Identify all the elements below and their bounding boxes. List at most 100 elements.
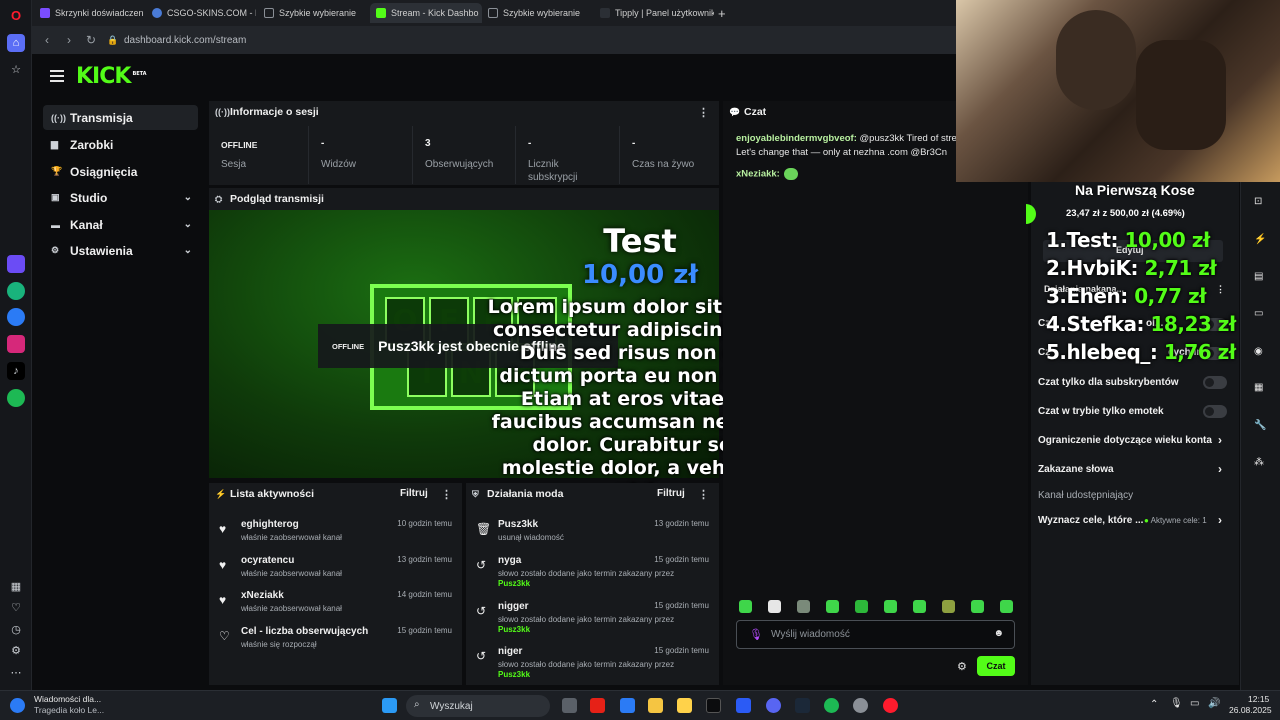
mod-action-by[interactable]: Pusz3kk (498, 625, 530, 634)
broadcast-icon[interactable]: ◉ (1254, 346, 1263, 357)
chat-settings-icon[interactable]: ⚙ (957, 660, 967, 673)
obs-icon[interactable] (853, 698, 868, 713)
browser-tab[interactable]: Tipply | Panel użytkownika (594, 3, 714, 23)
sidebar-item-ustawienia[interactable]: ⚙ Ustawienia ⌄ (43, 238, 198, 263)
mod-action-by[interactable]: Pusz3kk (498, 579, 530, 588)
sub-only-chat-row[interactable]: Czat tylko dla subskrybentów (1038, 377, 1228, 388)
focus-icon[interactable]: ⊡ (1254, 196, 1262, 207)
sidebar-item-transmisja[interactable]: ((·)) Transmisja (43, 105, 198, 130)
network-icon[interactable]: ▭ (1190, 698, 1199, 709)
task-view-icon[interactable] (562, 698, 577, 713)
browser-tab[interactable]: Szybkie wybieranie (258, 3, 368, 23)
chat-icon[interactable]: ▭ (1254, 308, 1263, 319)
opera-logo-icon[interactable]: O (7, 6, 25, 24)
browser-tab-active[interactable]: Stream - Kick Dashbo× (370, 3, 482, 23)
activity-name[interactable]: ocyratencu (241, 555, 294, 566)
kebab-menu-icon[interactable]: ⋮ (1216, 284, 1225, 295)
microphone-tray-icon[interactable]: 🎙 (1170, 698, 1183, 709)
back-icon[interactable]: ‹ (36, 33, 58, 47)
sidebar-item-studio[interactable]: ▣ Studio ⌄ (43, 185, 198, 210)
activity-name[interactable]: eghighterog (241, 519, 299, 530)
chatgpt-icon[interactable] (7, 282, 25, 300)
opera-app-icon[interactable] (883, 698, 898, 713)
extensions-icon[interactable]: ▦ (7, 577, 25, 595)
kebab-menu-icon[interactable]: ⋮ (698, 106, 709, 119)
news-widget-icon[interactable] (10, 698, 25, 713)
steam-icon[interactable] (795, 698, 810, 713)
integrations-icon[interactable]: ⁂ (1254, 457, 1264, 468)
more-icon[interactable]: ⋯ (7, 663, 25, 681)
emoji-icon[interactable]: ☻ (993, 628, 1004, 639)
kebab-menu-icon[interactable]: ⋮ (441, 488, 452, 501)
news-widget-title[interactable]: Wiadomości dla... (34, 694, 101, 704)
home-icon[interactable]: ⌂ (7, 34, 25, 52)
emote-only-chat-row[interactable]: Czat w trybie tylko emotek (1038, 406, 1228, 417)
emote-icon[interactable] (913, 600, 926, 613)
pen-app-icon[interactable] (677, 698, 692, 713)
sidebar-item-kanal[interactable]: ▬ Kanał ⌄ (43, 212, 198, 237)
tiktok-icon[interactable]: ♪ (7, 362, 25, 380)
forward-icon[interactable]: › (58, 33, 80, 47)
emote-icon[interactable] (768, 600, 781, 613)
undo-icon[interactable]: ↺ (476, 558, 486, 572)
bookmark-star-icon[interactable]: ☆ (7, 60, 25, 78)
tray-chevron-icon[interactable]: ⌃ (1150, 699, 1158, 710)
url-field[interactable]: dashboard.kick.com/stream (124, 35, 246, 46)
browser-tab[interactable]: Szybkie wybieranie (482, 3, 592, 23)
emote-icon[interactable] (797, 600, 810, 613)
wrench-icon[interactable]: 🔧 (1254, 420, 1266, 431)
clock-time[interactable]: 12:15 (1248, 694, 1269, 704)
heart-icon[interactable]: ♡ (7, 598, 25, 616)
emote-icon[interactable] (1000, 600, 1013, 613)
chat-input[interactable]: 🎙 Wyślij wiadomość ☻ (736, 620, 1015, 649)
emote-icon[interactable] (855, 600, 868, 613)
new-tab-button[interactable]: + (712, 3, 732, 23)
youtube-icon[interactable] (590, 698, 605, 713)
kick-logo[interactable]: KICK BETA (76, 64, 147, 89)
sidebar-item-osiagniecia[interactable]: 🏆 Osiągnięcia (43, 159, 198, 184)
goals-row[interactable]: Wyznacz cele, które ... ● Aktywne cele: 1… (1038, 513, 1228, 527)
reload-icon[interactable]: ↻ (80, 33, 102, 47)
chat-username[interactable]: enjoyablebindermvgbveof: (736, 133, 857, 144)
instagram-icon[interactable] (7, 335, 25, 353)
emote-icon[interactable] (739, 600, 752, 613)
emote-only-toggle[interactable] (1203, 405, 1227, 418)
emote-icon[interactable] (971, 600, 984, 613)
sub-only-toggle[interactable] (1203, 376, 1227, 389)
chat-username[interactable]: xNeziakk: (736, 169, 780, 180)
emote-icon[interactable] (884, 600, 897, 613)
aria-icon[interactable] (7, 255, 25, 273)
app-icon[interactable] (736, 698, 751, 713)
bolt-icon[interactable]: ⚡ (1254, 234, 1266, 245)
undo-icon[interactable]: ↺ (476, 649, 486, 663)
taskbar-search[interactable]: ⌕ Wyszukaj (406, 695, 550, 717)
sidebar-item-zarobki[interactable]: ▆ Zarobki (43, 132, 198, 157)
history-icon[interactable]: ◷ (7, 620, 25, 638)
activity-name[interactable]: Cel - liczba obserwujących (241, 626, 368, 637)
browser-tab[interactable]: Skrzynki doświadczenia | C (34, 3, 144, 23)
microphone-icon[interactable]: 🎙 (749, 628, 763, 641)
hamburger-menu-icon[interactable] (50, 70, 64, 82)
layout-icon[interactable]: ▦ (1254, 382, 1263, 393)
discord-icon[interactable] (766, 698, 781, 713)
clock-date[interactable]: 26.08.2025 (1229, 705, 1272, 715)
terminal-icon[interactable] (706, 698, 721, 713)
age-limit-row[interactable]: Ograniczenie dotyczące wieku konta › (1038, 433, 1228, 447)
undo-icon[interactable]: ↺ (476, 604, 486, 618)
notes-icon[interactable]: ▤ (1254, 271, 1263, 282)
mod-action-name[interactable]: Pusz3kk (498, 519, 538, 530)
emote-icon[interactable] (826, 600, 839, 613)
emote-icon[interactable] (942, 600, 955, 613)
filter-button[interactable]: Filtruj (657, 488, 685, 499)
volume-icon[interactable]: 🔊 (1208, 698, 1220, 709)
kebab-menu-icon[interactable]: ⋮ (698, 488, 709, 501)
windows-start-icon[interactable] (382, 698, 397, 713)
file-explorer-icon[interactable] (648, 698, 663, 713)
banned-words-row[interactable]: Zakazane słowa › (1038, 462, 1228, 476)
settings-gear-icon[interactable]: ⚙ (7, 641, 25, 659)
spotify-icon[interactable] (7, 389, 25, 407)
messenger-icon[interactable] (7, 308, 25, 326)
send-chat-button[interactable]: Czat (977, 656, 1015, 676)
browser-tab[interactable]: CSGO-SKINS.COM - Najl (146, 3, 256, 23)
filter-button[interactable]: Filtruj (400, 488, 428, 499)
